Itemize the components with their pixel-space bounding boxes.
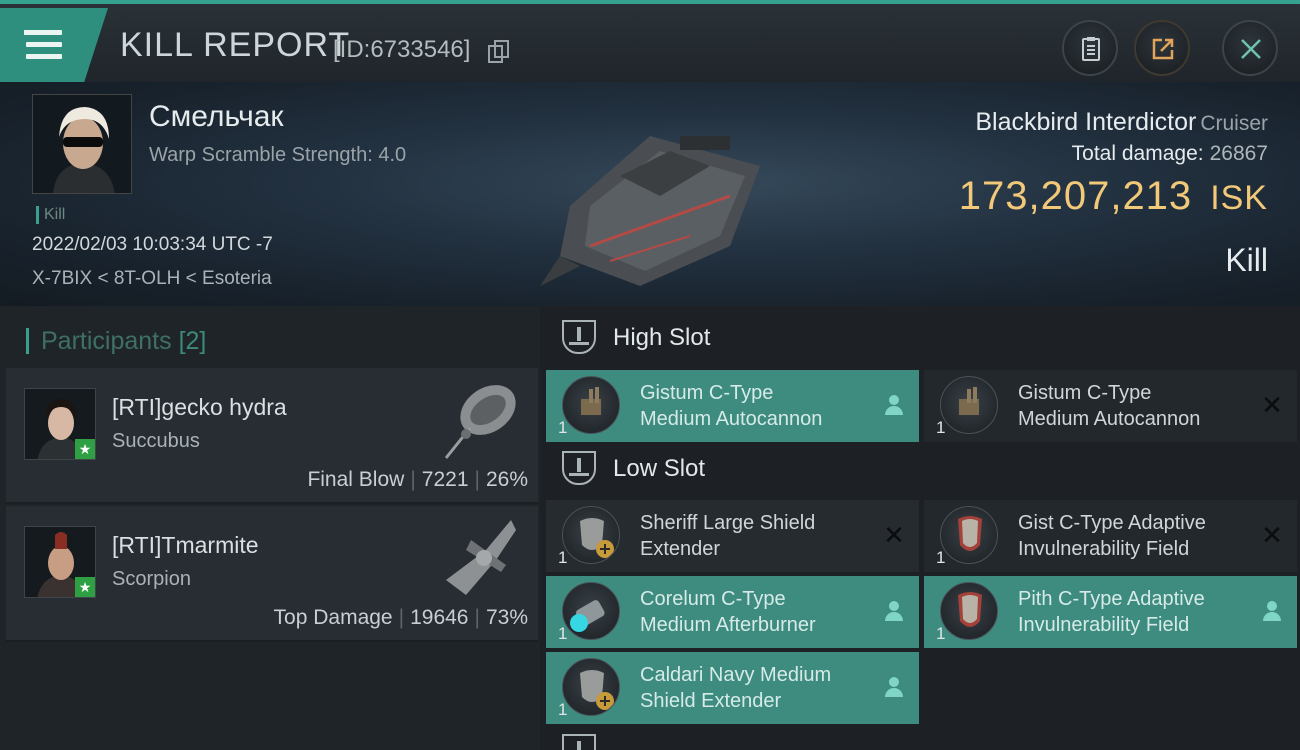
high-slot-header: High Slot [562, 320, 1300, 360]
star-icon: ★ [75, 439, 95, 459]
item-name: Corelum C-Type Medium Afterburner [640, 588, 816, 636]
low-slot-label: Low Slot [613, 455, 706, 482]
participant-ship: Succubus [112, 430, 200, 452]
item-quantity: 1 [936, 624, 946, 643]
low-slot-icon [562, 451, 596, 485]
participant-damage: 7221 [421, 468, 469, 491]
afterburner-icon [562, 582, 620, 640]
participant-percent: 26% [485, 468, 528, 491]
participant-role: Top Damage [273, 606, 393, 629]
invulnerability-field-icon [940, 582, 998, 640]
autocannon-icon [562, 376, 620, 434]
share-button[interactable] [1134, 20, 1190, 76]
participant-role: Final Blow [307, 468, 405, 491]
item-quantity: 1 [936, 418, 946, 437]
participant-row[interactable]: ★ [RTI]Tmarmite Scorpion Top Damage | 1964… [6, 506, 538, 642]
participant-ship-image [446, 520, 516, 595]
low-slot-header: Low Slot [562, 451, 1300, 491]
item-name: Caldari Navy Medium Shield Extender [640, 664, 832, 712]
participant-name[interactable]: [RTI]Tmarmite [112, 532, 259, 559]
destroyed-icon: ✕ [1261, 520, 1283, 550]
avatar[interactable]: ★ [24, 526, 96, 598]
total-damage: Total damage: 26867 [1072, 142, 1268, 166]
share-icon [1152, 38, 1174, 60]
kill-timestamp: 2022/02/03 10:03:34 UTC -7 [32, 234, 273, 255]
total-damage-value: 26867 [1209, 142, 1268, 165]
participants-label: Participants [41, 327, 172, 355]
copy-icon[interactable] [488, 40, 509, 63]
item-quantity: 1 [936, 548, 946, 567]
isk-value: 173,207,213 ISK [959, 174, 1268, 219]
fitting-item[interactable]: 1 Gistum C-Type Medium Autocannon [546, 370, 919, 442]
total-damage-label: Total damage: [1071, 142, 1204, 165]
participants-panel: Participants [2] ★ [RTI]gecko hydra Succ… [0, 306, 540, 750]
dropped-icon [1261, 600, 1283, 622]
close-button[interactable] [1222, 20, 1278, 76]
participant-percent: 73% [485, 606, 528, 629]
participant-ship-image [444, 385, 516, 459]
item-name: Gist C-Type Adaptive Invulnerability Fiel… [1018, 512, 1206, 560]
item-quantity: 1 [558, 548, 568, 567]
high-slot-label: High Slot [613, 324, 711, 351]
close-icon [1241, 39, 1261, 59]
item-name: Pith C-Type Adaptive Invulnerability Fiel… [1018, 588, 1205, 636]
participant-stats: Top Damage | 19646 | 73% [273, 606, 528, 629]
avatar[interactable]: ★ [24, 388, 96, 460]
report-id: [ID:6733546] [333, 36, 471, 63]
participant-name[interactable]: [RTI]gecko hydra [112, 394, 287, 421]
victim-summary: Смельчак Warp Scramble Strength: 4.0 Kil… [0, 82, 1300, 306]
warp-scramble-strength: Warp Scramble Strength: 4.0 [149, 144, 407, 166]
participant-stats: Final Blow | 7221 | 26% [307, 468, 528, 491]
fitting-item[interactable]: 1 Gist C-Type Adaptive Invulnerability Fi… [924, 500, 1297, 572]
item-quantity: 1 [558, 418, 568, 437]
victim-ship: Blackbird Interdictor Cruiser [975, 108, 1268, 137]
fitting-item[interactable]: 1 Sheriff Large Shield Extender ✕ [546, 500, 919, 572]
ship-class: Cruiser [1200, 112, 1268, 135]
dropped-icon [883, 676, 905, 698]
fittings-panel: High Slot 1 Gistum C-Type Medium Autocann… [540, 306, 1300, 750]
item-name: Gistum C-Type Medium Autocannon [1018, 382, 1201, 430]
autocannon-icon [940, 376, 998, 434]
clipboard-button[interactable] [1062, 20, 1118, 76]
kill-result: Kill [1225, 242, 1268, 278]
clipboard-icon [1082, 37, 1100, 61]
next-slot-header [562, 734, 1300, 750]
item-quantity: 1 [558, 624, 568, 643]
item-quantity: 1 [558, 700, 568, 719]
high-slot-icon [562, 320, 596, 354]
dropped-icon [883, 600, 905, 622]
slot-icon [562, 734, 596, 750]
kill-location[interactable]: X-7BIX < 8T-OLH < Esoteria [32, 268, 272, 290]
kill-tag: Kill [36, 206, 65, 224]
isk-amount: 173,207,213 [958, 174, 1193, 218]
fitting-item[interactable]: 1 Corelum C-Type Medium Afterburner [546, 576, 919, 648]
fitting-item[interactable]: 1 Caldari Navy Medium Shield Extender [546, 652, 919, 724]
destroyed-icon: ✕ [883, 520, 905, 550]
destroyed-icon: ✕ [1261, 390, 1283, 420]
item-name: Gistum C-Type Medium Autocannon [640, 382, 823, 430]
ship-name[interactable]: Blackbird Interdictor [975, 108, 1196, 136]
victim-name[interactable]: Смельчак [149, 100, 284, 134]
participant-damage: 19646 [410, 606, 469, 629]
fitting-item[interactable]: 1 Pith C-Type Adaptive Invulnerability Fi… [924, 576, 1297, 648]
participant-row[interactable]: ★ [RTI]gecko hydra Succubus Final Blow | 7… [6, 368, 538, 504]
fitting-item[interactable]: 1 Gistum C-Type Medium Autocannon ✕ [924, 370, 1297, 442]
victim-ship-image[interactable] [530, 96, 790, 296]
participants-count: [2] [178, 327, 207, 355]
shield-extender-icon [562, 506, 620, 564]
page-title: KILL REPORT [120, 26, 351, 64]
victim-portrait[interactable] [32, 94, 132, 194]
top-bar: KILL REPORT [ID:6733546] [0, 0, 1300, 82]
participant-ship: Scorpion [112, 568, 191, 590]
item-name: Sheriff Large Shield Extender [640, 512, 816, 560]
participants-header: Participants [2] [26, 328, 206, 354]
star-icon: ★ [75, 577, 95, 597]
shield-extender-icon [562, 658, 620, 716]
invulnerability-field-icon [940, 506, 998, 564]
dropped-icon [883, 394, 905, 416]
isk-unit: ISK [1210, 179, 1268, 217]
menu-button[interactable] [0, 8, 108, 82]
